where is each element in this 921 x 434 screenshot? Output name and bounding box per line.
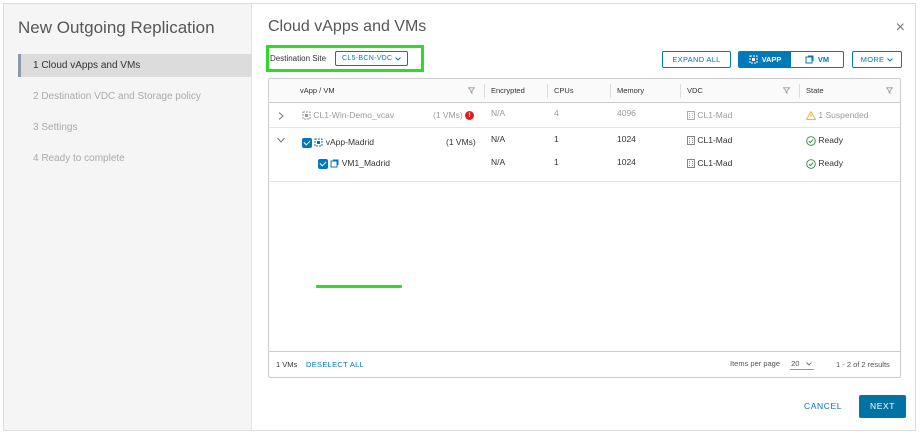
chevron-down-icon[interactable] [277,137,285,143]
state-cell: Ready [806,153,843,173]
vm-icon [330,159,339,168]
column-header-vapp-vm[interactable]: vApp / VM [293,79,335,102]
vdc-cell: CL1-Mad [687,153,732,173]
warning-icon [806,111,816,121]
selected-count: 1 VMs [276,360,298,369]
cpus-cell: 1 [554,157,559,167]
wizard-title: New Outgoing Replication [18,18,215,37]
step-ready-to-complete: 4 Ready to complete [33,153,125,164]
vapp-datagrid: vApp / VM Encrypted CPUs Memory VDC Stat… [268,78,901,378]
destination-site-dropdown[interactable]: CL5-BCN-VDC [335,51,409,66]
datagrid-header: vApp / VM Encrypted CPUs Memory VDC Stat… [269,79,900,103]
destination-site-value: CL5-BCN-VDC [342,55,393,62]
cpus-cell: 4 [554,108,559,118]
filter-icon[interactable] [783,87,790,94]
building-icon [687,159,695,169]
items-per-page-label: Items per page [730,359,781,368]
column-header-state[interactable]: State [799,79,824,102]
items-per-page: Items per page 20 [730,359,815,370]
vm-name: VM1_Madrid [341,158,390,168]
vapp-checkbox[interactable] [302,137,312,148]
more-button[interactable]: MORE [852,51,902,68]
table-row[interactable]: CL1-Win-Demo_vcav (1 VMs) ! N/A 4 4096 C… [269,103,900,128]
replication-wizard: New Outgoing Replication 1 Cloud vApps a… [3,3,916,431]
wizard-sidebar: New Outgoing Replication 1 Cloud vApps a… [4,4,252,430]
view-toggle: VAPP VM [738,51,844,68]
vapp-name-cell: vApp-Madrid [302,132,374,152]
close-icon[interactable]: × [896,20,905,36]
memory-cell: 4096 [617,108,636,118]
vm-highlight-underline [316,285,402,288]
vdc-cell: CL1-Mad [687,105,732,125]
vapp-icon [302,111,311,120]
step-settings: 3 Settings [33,122,78,133]
vapp-name-cell: CL1-Win-Demo_vcav [302,105,394,125]
vdc-cell: CL1-Mad [687,130,732,150]
wizard-steps: 1 Cloud vApps and VMs 2 Destination VDC … [18,54,252,178]
pagination-range: 1 - 2 of 2 results [836,360,890,369]
cancel-button[interactable]: CANCEL [800,395,846,418]
deselect-all-button[interactable]: DESELECT ALL [306,360,364,369]
datagrid-footer: 1 VMs DESELECT ALL Items per page 20 1 -… [269,351,900,377]
vapp-view-button[interactable]: VAPP [739,52,791,67]
memory-cell: 1024 [617,157,636,167]
vm-icon [805,55,814,64]
vapp-name: CL1-Win-Demo_vcav [313,110,395,120]
encrypted-cell: N/A [491,134,506,144]
vm-checkbox[interactable] [318,158,328,169]
chevron-down-icon [806,361,813,366]
column-header-vdc[interactable]: VDC [680,79,703,102]
page-title: Cloud vApps and VMs [268,18,427,35]
column-header-cpus[interactable]: CPUs [547,79,574,102]
column-header-encrypted[interactable]: Encrypted [484,79,525,102]
state-cell: Ready [806,130,843,150]
vapp-icon [314,138,323,147]
expand-all-button[interactable]: EXPAND ALL [662,51,731,68]
vapp-name: vApp-Madrid [325,137,374,147]
step-destination-vdc: 2 Destination VDC and Storage policy [33,91,201,102]
destination-site-label: Destination Site [270,54,327,63]
wizard-content: Cloud vApps and VMs × Destination Site C… [252,4,917,430]
filter-icon[interactable] [468,87,475,94]
vapp-icon [749,55,758,64]
next-button[interactable]: NEXT [859,395,906,418]
encrypted-cell: N/A [491,108,506,118]
encrypted-cell: N/A [491,157,506,167]
check-circle-icon [806,135,816,146]
filter-icon[interactable] [886,87,893,94]
vm-view-label: VM [817,55,830,64]
destination-site-highlight: Destination Site CL5-BCN-VDC [266,45,424,72]
vm-view-button[interactable]: VM [791,52,843,67]
chevron-down-icon [887,57,894,62]
vm-name-cell: VM1_Madrid [318,153,390,173]
chevron-right-icon[interactable] [278,112,284,120]
items-per-page-select[interactable]: 20 [790,359,815,370]
step-cloud-vapps-and-vms[interactable]: 1 Cloud vApps and VMs [18,54,252,77]
column-header-memory[interactable]: Memory [610,79,644,102]
chevron-down-icon [395,56,402,61]
memory-cell: 1024 [617,134,636,144]
cpus-cell: 1 [554,134,559,144]
error-icon: ! [465,111,475,121]
expand-all-label: EXPAND ALL [672,55,721,64]
building-icon [687,136,695,146]
vm-count: (1 VMs) ! [433,105,475,125]
check-circle-icon [806,158,816,169]
table-row[interactable]: vApp-Madrid (1 VMs) N/A 1 1024 CL1-Mad R… [269,128,900,288]
state-cell: 1 Suspended [806,105,868,125]
vapp-view-label: VAPP [761,55,782,64]
more-label: MORE [860,55,885,64]
vm-count: (1 VMs) [446,137,476,147]
building-icon [687,111,695,121]
